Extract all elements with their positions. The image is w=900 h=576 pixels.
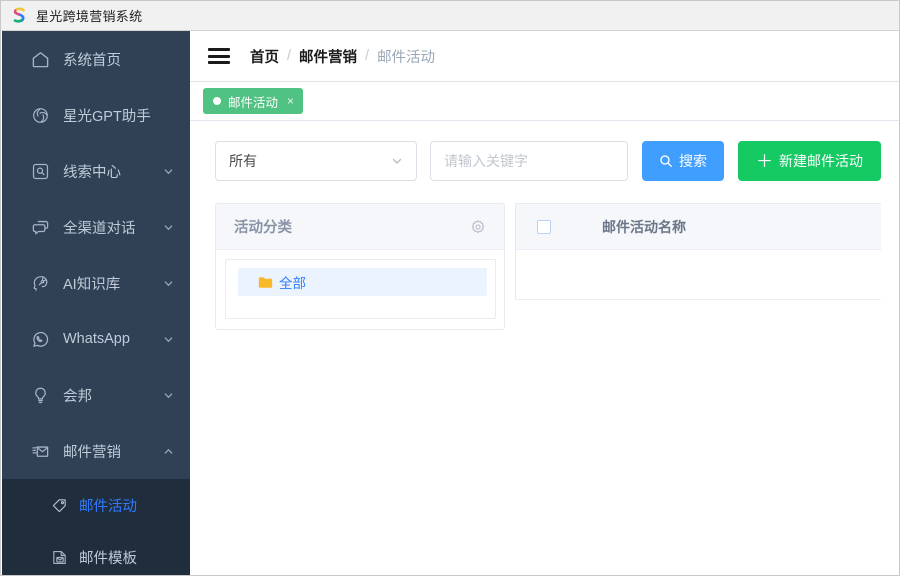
app-title: 星光跨境营销系统 — [36, 9, 143, 24]
sidebar-item-label: 线索中心 — [63, 164, 121, 181]
close-icon[interactable]: × — [287, 95, 294, 107]
table-body-empty — [516, 250, 881, 300]
sidebar-item-huibang[interactable]: 会邦 — [2, 367, 190, 423]
table-header-row: 邮件活动名称 — [516, 204, 881, 250]
category-tree: 全部 — [225, 259, 496, 319]
sidebar-item-email-marketing[interactable]: 邮件营销 — [2, 423, 190, 479]
folder-icon — [258, 276, 273, 289]
sidebar-submenu-email-marketing: 邮件活动 邮件模板 — [2, 479, 190, 575]
ai-head-icon — [30, 273, 50, 293]
create-campaign-button-label: 新建邮件活动 — [779, 153, 863, 169]
breadcrumb-item-home[interactable]: 首页 — [250, 46, 279, 67]
sidebar-item-label: 邮件营销 — [63, 444, 121, 461]
sidebar-item-label: WhatsApp — [63, 331, 130, 347]
bulb-icon — [30, 385, 50, 405]
sidebar-item-email-campaign[interactable]: 邮件活动 — [2, 479, 190, 531]
sidebar-item-label: 会邦 — [63, 388, 92, 405]
sidebar-item-label: 全渠道对话 — [63, 220, 136, 237]
sidebar-item-omnichannel-chat[interactable]: 全渠道对话 — [2, 199, 190, 255]
whatsapp-icon — [30, 329, 50, 349]
search-button-label: 搜索 — [679, 153, 707, 169]
sidebar-item-email-template[interactable]: 邮件模板 — [2, 531, 190, 575]
sidebar-item-home[interactable]: 系统首页 — [2, 31, 190, 87]
filter-toolbar: 所有 搜索 ＋ 新建邮件活动 — [215, 141, 881, 181]
search-icon — [659, 154, 673, 168]
gpt-spiral-icon — [30, 105, 50, 125]
sidebar-item-gpt-assistant[interactable]: 星光GPT助手 — [2, 87, 190, 143]
breadcrumb: 首页 / 邮件营销 / 邮件活动 — [250, 46, 435, 67]
chevron-down-icon — [162, 221, 174, 233]
sidebar-item-label: 邮件模板 — [79, 550, 137, 567]
chat-bubble-icon — [30, 217, 50, 237]
create-campaign-button[interactable]: ＋ 新建邮件活动 — [738, 141, 881, 181]
chevron-down-icon — [390, 155, 403, 168]
mail-check-icon — [30, 441, 50, 461]
breadcrumb-item-current: 邮件活动 — [377, 49, 436, 66]
sidebar-item-label: AI知识库 — [63, 276, 121, 293]
s-letter-logo-icon — [11, 7, 27, 25]
category-select-value: 所有 — [229, 153, 257, 169]
sidebar-item-label: 邮件活动 — [79, 498, 137, 515]
chevron-down-icon — [162, 277, 174, 289]
top-navbar: 首页 / 邮件营销 / 邮件活动 — [190, 31, 899, 82]
tag-icon — [50, 496, 68, 514]
window-titlebar: 星光跨境营销系统 — [1, 1, 899, 31]
panels-row: 活动分类 全部 邮件活动名称 — [215, 203, 881, 330]
tab-bar: 邮件活动 × — [190, 82, 899, 121]
mail-template-icon — [50, 548, 68, 566]
tab-email-campaign[interactable]: 邮件活动 × — [203, 88, 304, 114]
category-panel: 活动分类 全部 — [215, 203, 505, 330]
gear-icon[interactable] — [469, 218, 487, 236]
column-header-campaign-name: 邮件活动名称 — [602, 218, 686, 235]
campaign-list-panel: 邮件活动名称 — [515, 203, 881, 300]
chevron-up-icon — [162, 445, 174, 457]
plus-icon: ＋ — [756, 151, 773, 171]
sidebar-item-clue-center[interactable]: 线索中心 — [2, 143, 190, 199]
sidebar: 系统首页 星光GPT助手 线索中心 全渠道对话 AI知识库 WhatsApp 会… — [2, 31, 190, 575]
category-select[interactable]: 所有 — [215, 141, 417, 181]
chevron-down-icon — [162, 165, 174, 177]
content-area: 所有 搜索 ＋ 新建邮件活动 — [190, 121, 899, 575]
sidebar-item-ai-knowledge-base[interactable]: AI知识库 — [2, 255, 190, 311]
hamburger-icon[interactable] — [208, 48, 230, 64]
app-window: 星光跨境营销系统 系统首页 星光GPT助手 线索中心 全渠道对话 AI知识库 W… — [0, 0, 900, 576]
status-dot-icon — [213, 97, 221, 105]
search-button[interactable]: 搜索 — [642, 141, 724, 181]
sidebar-item-label: 星光GPT助手 — [63, 108, 151, 125]
home-icon — [30, 49, 50, 69]
breadcrumb-separator: / — [365, 48, 370, 64]
main-region: 首页 / 邮件营销 / 邮件活动 邮件活动 × 所有 请输入关键字 搜索 ＋ 新… — [190, 31, 899, 575]
category-panel-title: 活动分类 — [234, 220, 292, 236]
select-all-cell — [516, 219, 572, 234]
sidebar-item-label: 系统首页 — [63, 52, 121, 69]
breadcrumb-item-email-marketing[interactable]: 邮件营销 — [299, 46, 357, 67]
tab-label: 邮件活动 — [228, 95, 279, 110]
category-panel-header: 活动分类 — [216, 204, 504, 250]
clue-search-icon — [30, 161, 50, 181]
chevron-down-icon — [162, 333, 174, 345]
checkbox-icon[interactable] — [537, 219, 551, 234]
category-tree-node-label: 全部 — [279, 276, 306, 291]
sidebar-item-whatsapp[interactable]: WhatsApp — [2, 311, 190, 367]
chevron-down-icon — [162, 389, 174, 401]
category-tree-node-all[interactable]: 全部 — [238, 268, 487, 296]
breadcrumb-separator: / — [287, 48, 292, 64]
search-input[interactable] — [430, 141, 628, 181]
